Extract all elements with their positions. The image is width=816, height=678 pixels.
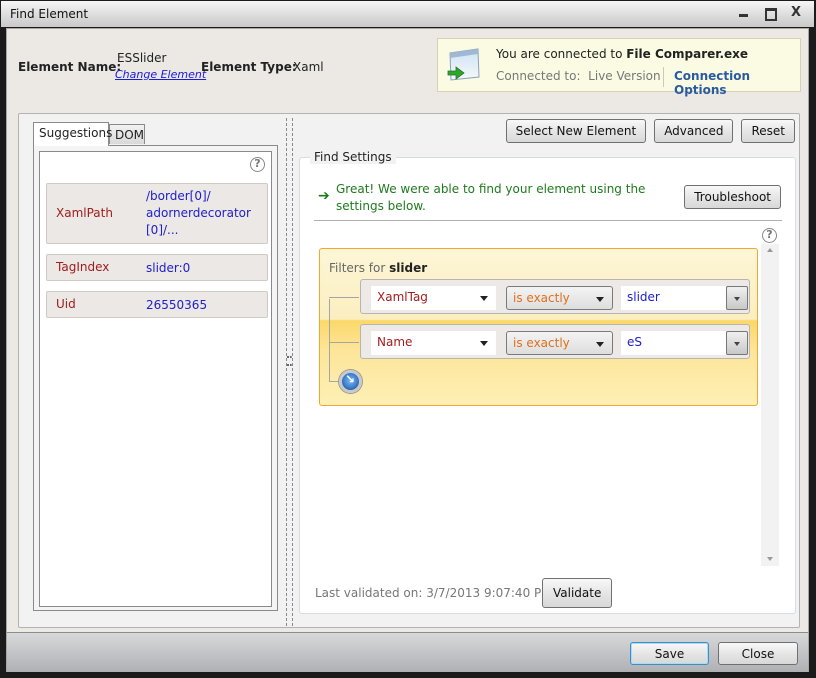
connection-info-box: You are connected to File Comparer.exe C… bbox=[437, 38, 801, 97]
connection-divider bbox=[663, 67, 664, 87]
last-validated-text: Last validated on: 3/7/2013 9:07:40 PM bbox=[315, 586, 552, 600]
suggestion-item[interactable]: TagIndex slider:0 bbox=[46, 254, 268, 281]
filter-value-input[interactable]: eS bbox=[621, 331, 726, 355]
filter-attribute: Name bbox=[377, 335, 413, 349]
dialog-footer: Save Close bbox=[7, 632, 808, 672]
filter-attribute-select[interactable]: Name bbox=[371, 331, 496, 355]
filter-operator-select[interactable]: is exactly bbox=[506, 286, 613, 310]
success-message: Great! We were able to find your element… bbox=[336, 182, 646, 213]
close-button[interactable]: Close bbox=[718, 642, 798, 665]
help-icon[interactable]: ? bbox=[762, 228, 777, 243]
divider bbox=[314, 220, 782, 221]
tab-dom[interactable]: DOM bbox=[109, 124, 145, 144]
window-controls: X bbox=[736, 5, 804, 21]
main-frame: Suggestions DOM ? XamlPath /border[0]/ a… bbox=[18, 113, 800, 628]
find-element-window: Find Element X Element Name: ESSlider Ch… bbox=[0, 0, 816, 678]
close-icon[interactable]: X bbox=[788, 5, 804, 21]
suggestion-value: /border[0]/ adornerdecorator [0]/... bbox=[146, 189, 251, 237]
element-header: Element Name: ESSlider Change Element El… bbox=[7, 29, 808, 109]
tree-line bbox=[329, 299, 330, 381]
element-name-value: ESSlider bbox=[117, 51, 167, 65]
suggestion-value: slider:0 bbox=[146, 261, 191, 275]
find-settings-legend: Find Settings bbox=[310, 150, 396, 164]
select-new-element-button[interactable]: Select New Element bbox=[505, 119, 647, 143]
filter-row: Name is exactly eS bbox=[360, 324, 750, 359]
connected-app-name: File Comparer.exe bbox=[626, 47, 749, 61]
scroll-up-icon[interactable] bbox=[767, 248, 773, 252]
save-button[interactable]: Save bbox=[630, 642, 709, 665]
chevron-down-icon bbox=[596, 342, 604, 347]
vertical-scrollbar[interactable] bbox=[761, 244, 779, 566]
suggestion-key: TagIndex bbox=[56, 260, 110, 274]
add-filter-icon[interactable] bbox=[339, 370, 362, 393]
help-icon[interactable]: ? bbox=[250, 157, 265, 172]
connection-options-link[interactable]: Connection Options bbox=[674, 69, 800, 97]
minimize-icon[interactable] bbox=[736, 5, 752, 21]
chevron-down-icon bbox=[596, 297, 604, 302]
suggestions-list: ? XamlPath /border[0]/ adornerdecorator … bbox=[39, 151, 272, 607]
filter-value-input[interactable]: slider bbox=[621, 286, 726, 310]
find-settings-group: Find Settings ➔ Great! We were able to f… bbox=[299, 150, 796, 614]
filter-attribute: XamlTag bbox=[377, 290, 428, 304]
connected-to-label: Connected to: bbox=[496, 69, 581, 83]
filter-operator-select[interactable]: is exactly bbox=[506, 331, 613, 355]
tab-suggestions[interactable]: Suggestions bbox=[33, 122, 112, 146]
reset-button[interactable]: Reset bbox=[741, 119, 795, 143]
window-title: Find Element bbox=[10, 7, 89, 21]
tree-line bbox=[329, 342, 359, 343]
element-type-value: Xaml bbox=[293, 60, 324, 74]
maximize-icon[interactable] bbox=[762, 5, 778, 21]
filter-value-dropdown-button[interactable] bbox=[726, 331, 748, 355]
connected-to-value: Live Version bbox=[588, 69, 661, 83]
chevron-down-icon bbox=[480, 341, 488, 346]
top-toolbar: Select New Element Advanced Reset bbox=[505, 119, 795, 143]
chevron-down-icon bbox=[480, 296, 488, 301]
suggestion-key: Uid bbox=[56, 297, 76, 311]
filter-operator: is exactly bbox=[513, 336, 570, 350]
suggestion-value: 26550365 bbox=[146, 298, 208, 312]
splitter-grip-icon[interactable] bbox=[287, 356, 292, 366]
filter-row: XamlTag is exactly slider bbox=[360, 279, 750, 314]
filters-target: slider bbox=[389, 261, 428, 275]
suggestion-key: XamlPath bbox=[56, 206, 113, 220]
validate-button[interactable]: Validate bbox=[542, 578, 613, 608]
connection-title: You are connected to File Comparer.exe bbox=[496, 47, 748, 61]
suggestions-pane: Suggestions DOM ? XamlPath /border[0]/ a… bbox=[33, 122, 281, 612]
tree-line bbox=[329, 297, 359, 298]
filters-title: Filters for slider bbox=[329, 261, 427, 275]
dialog-client-area: Element Name: ESSlider Change Element El… bbox=[6, 28, 809, 672]
connection-prefix: You are connected to bbox=[496, 47, 627, 61]
connected-to-text: Connected to: Live Version bbox=[496, 69, 661, 83]
scroll-down-icon[interactable] bbox=[767, 557, 773, 561]
element-name-label: Element Name: bbox=[18, 60, 122, 74]
filter-operator: is exactly bbox=[513, 291, 570, 305]
troubleshoot-button[interactable]: Troubleshoot bbox=[684, 185, 781, 209]
suggestion-item[interactable]: Uid 26550365 bbox=[46, 291, 268, 318]
advanced-button[interactable]: Advanced bbox=[654, 119, 734, 143]
change-element-link[interactable]: Change Element bbox=[115, 68, 206, 81]
success-arrow-icon: ➔ bbox=[318, 188, 330, 204]
filter-attribute-select[interactable]: XamlTag bbox=[371, 286, 496, 310]
filter-value-dropdown-button[interactable] bbox=[726, 286, 748, 310]
suggestions-tab-panel: ? XamlPath /border[0]/ adornerdecorator … bbox=[33, 145, 278, 611]
filters-prefix: Filters for bbox=[329, 261, 390, 275]
title-bar[interactable]: Find Element X bbox=[1, 1, 814, 27]
chevron-down-icon bbox=[734, 297, 740, 301]
window-arrow-icon bbox=[447, 48, 480, 81]
suggestion-item[interactable]: XamlPath /border[0]/ adornerdecorator [0… bbox=[46, 183, 268, 244]
element-type-label: Element Type: bbox=[201, 60, 297, 74]
filters-group: Filters for slider XamlTag is exactly sl… bbox=[319, 248, 758, 406]
chevron-down-icon bbox=[734, 342, 740, 346]
pane-splitter[interactable] bbox=[286, 118, 293, 626]
